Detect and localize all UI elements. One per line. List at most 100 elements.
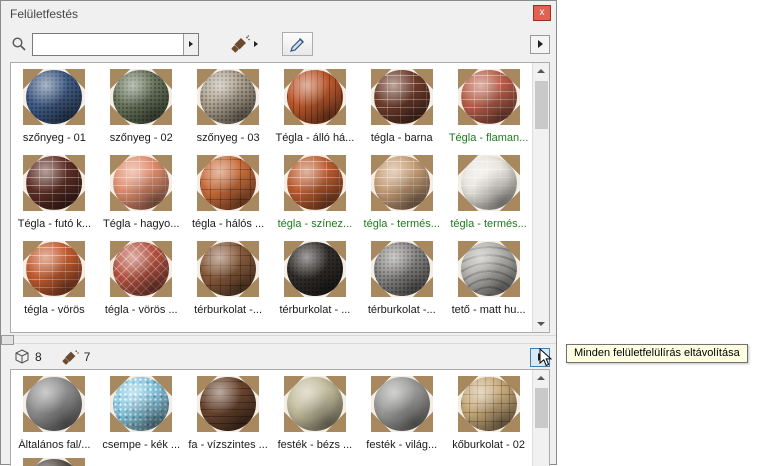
material-item[interactable]: térburkolat -... (185, 241, 272, 327)
material-thumbnail (23, 241, 86, 297)
paint-mode-button[interactable] (231, 35, 258, 53)
material-sphere (373, 242, 430, 296)
material-item[interactable]: tégla - barna (358, 69, 445, 155)
material-item[interactable]: Tégla - álló há... (272, 69, 359, 155)
material-sphere (200, 70, 257, 124)
material-label: szőnyeg - 01 (22, 132, 86, 144)
material-sphere (113, 156, 170, 210)
toolbar (1, 28, 556, 60)
material-sphere (286, 242, 343, 296)
top-panel-menu-button[interactable] (530, 34, 550, 54)
material-item[interactable]: fa - vízszintes ... (185, 376, 272, 458)
eyedropper-icon (289, 36, 306, 53)
window-title: Felületfestés (10, 7, 79, 21)
material-label: tégla - vörös (24, 304, 85, 316)
titlebar[interactable]: Felületfestés x (1, 1, 556, 27)
material-item[interactable]: térburkolat - ... (272, 241, 359, 327)
material-item[interactable]: tégla - színez... (272, 155, 359, 241)
material-label: tégla - színez... (277, 218, 353, 230)
material-item[interactable]: Tégla - hagyo... (98, 155, 185, 241)
material-item[interactable]: tégla - vörös (11, 241, 98, 327)
tooltip: Minden felületfelülírás eltávolítása (566, 344, 748, 363)
scroll-up-icon[interactable] (532, 370, 549, 386)
material-thumbnail (370, 376, 433, 432)
material-thumbnail (370, 241, 433, 297)
surface-count: 8 (35, 350, 42, 364)
material-item[interactable]: kőburkolat - 02 (445, 376, 532, 458)
search-dropdown-button[interactable] (183, 33, 198, 55)
material-item[interactable]: tető - matt hu... (445, 241, 532, 327)
material-thumbnail (457, 376, 520, 432)
material-thumbnail (370, 155, 433, 211)
material-thumbnail (457, 69, 520, 125)
cube-icon (14, 349, 30, 365)
material-sphere (373, 377, 430, 431)
material-thumbnail (197, 376, 260, 432)
material-thumbnail (283, 155, 346, 211)
material-sphere (26, 377, 83, 431)
material-item[interactable]: Tégla - flaman... (445, 69, 532, 155)
material-label: tégla - termés... (450, 218, 527, 230)
material-item[interactable]: szőnyeg - 02 (98, 69, 185, 155)
scroll-down-icon[interactable] (532, 316, 549, 332)
eyedropper-button[interactable] (282, 32, 313, 56)
material-item[interactable]: Tégla - futó k... (11, 155, 98, 241)
material-thumbnail (457, 241, 520, 297)
material-item[interactable]: szőnyeg - 01 (11, 69, 98, 155)
material-thumbnail (110, 69, 173, 125)
material-thumbnail (23, 69, 86, 125)
material-sphere (460, 377, 517, 431)
surface-list-panel: szőnyeg - 01 szőnyeg - 02 szőnyeg - 03 T… (10, 62, 550, 333)
material-thumbnail (197, 69, 260, 125)
material-label: festék - világ... (366, 439, 438, 451)
material-item[interactable]: tégla - termés... (358, 155, 445, 241)
material-label: Általános fal/... (18, 439, 91, 451)
material-label: Tégla - álló há... (275, 132, 355, 144)
material-item[interactable]: tégla - vörös ... (98, 241, 185, 327)
paint-sprayer-icon (231, 35, 250, 53)
override-toolbar: 8 7 (1, 345, 556, 369)
material-item[interactable]: csempe - kék ... (98, 376, 185, 458)
material-item[interactable]: térburkolat -... (358, 241, 445, 327)
material-thumbnail (197, 155, 260, 211)
scrollbar-thumb[interactable] (534, 388, 548, 428)
material-label: térburkolat -... (367, 304, 436, 316)
material-thumbnail (283, 69, 346, 125)
material-thumbnail (23, 376, 86, 432)
material-thumbnail (283, 241, 346, 297)
material-item[interactable]: szőnyeg - 03 (185, 69, 272, 155)
material-label: tégla - termés... (363, 218, 440, 230)
chevron-right-icon (189, 41, 193, 47)
material-thumbnail (283, 376, 346, 432)
scroll-up-icon[interactable] (532, 63, 549, 79)
material-label: tégla - vörös ... (104, 304, 178, 316)
material-thumbnail (110, 241, 173, 297)
panel-splitter[interactable] (1, 335, 556, 345)
material-sphere (113, 242, 170, 296)
top-scrollbar[interactable] (532, 63, 549, 332)
material-label: festék - bézs ... (277, 439, 353, 451)
search-input[interactable] (33, 33, 183, 55)
material-sphere (460, 70, 517, 124)
splitter-grip[interactable] (1, 335, 14, 345)
material-label: tégla - hálós ... (192, 218, 265, 230)
override-grid: Általános fal/... csempe - kék ... fa - … (11, 370, 532, 466)
material-item[interactable]: tégla - hálós ... (185, 155, 272, 241)
material-sphere (200, 156, 257, 210)
bottom-scrollbar[interactable] (532, 370, 549, 466)
material-item[interactable]: Általános fal/... (11, 376, 98, 458)
scrollbar-thumb[interactable] (534, 81, 548, 129)
material-label: fa - vízszintes ... (188, 439, 268, 451)
material-label: szőnyeg - 02 (109, 132, 173, 144)
close-icon[interactable]: x (533, 5, 551, 21)
material-item[interactable]: festék - bézs ... (272, 376, 359, 458)
material-item[interactable]: festék - világ... (358, 376, 445, 458)
material-thumbnail (110, 155, 173, 211)
material-label: kőburkolat - 02 (452, 439, 525, 451)
material-label: térburkolat - ... (279, 304, 351, 316)
material-item[interactable]: tégla - termés... (445, 155, 532, 241)
material-sphere (460, 242, 517, 296)
material-label: Tégla - futó k... (17, 218, 92, 230)
material-sphere (200, 377, 257, 431)
mouse-cursor (539, 347, 553, 372)
